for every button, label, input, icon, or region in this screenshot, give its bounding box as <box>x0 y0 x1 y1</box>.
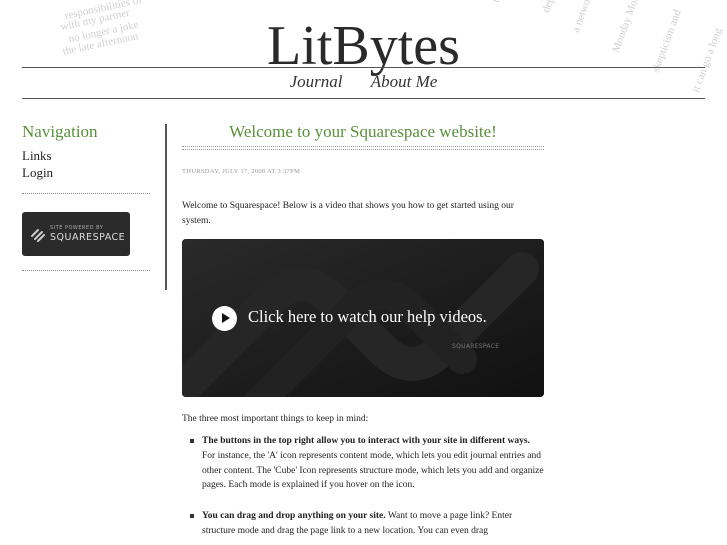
video-brand: SQUARESPACE <box>452 343 500 350</box>
three-things-heading: The three most important things to keep … <box>182 414 369 424</box>
video-caption[interactable]: Click here to watch our help videos. <box>248 307 487 327</box>
play-icon[interactable] <box>212 306 237 331</box>
post-intro: Welcome to Squarespace! Below is a video… <box>182 201 514 226</box>
sidebar-link-links[interactable]: Links <box>22 147 150 164</box>
tip-bold: You can drag and drop anything on your s… <box>202 511 386 522</box>
journal-entry: Welcome to your Squarespace website! THU… <box>182 122 544 545</box>
nav-link-about-me[interactable]: About Me <box>371 72 438 92</box>
list-item: The buttons in the top right allow you t… <box>182 434 544 493</box>
nav-link-journal[interactable]: Journal <box>290 72 343 92</box>
header-rule-bottom <box>22 98 705 99</box>
badge-small-text: SITE POWERED BY <box>50 225 104 231</box>
sidebar-vertical-rule <box>165 124 167 290</box>
header-rule-top <box>22 67 705 68</box>
sidebar-divider-2 <box>22 270 150 271</box>
squarespace-badge[interactable]: SITE POWERED BY SQUARESPACE <box>22 212 130 256</box>
squarespace-logo-icon <box>31 229 45 242</box>
sidebar: Navigation Links Login SITE POWERED BY S… <box>22 122 150 271</box>
help-video[interactable]: Click here to watch our help videos. SQU… <box>182 239 544 397</box>
sidebar-link-login[interactable]: Login <box>22 164 150 181</box>
post-title-rule <box>182 146 544 150</box>
post-date: THURSDAY, JULY 17, 2008 AT 3:37PM <box>182 168 301 175</box>
top-nav: Journal About Me <box>0 72 727 92</box>
sidebar-heading: Navigation <box>22 122 98 141</box>
sidebar-divider <box>22 193 150 194</box>
list-item: You can drag and drop anything on your s… <box>182 509 544 539</box>
badge-big-text: SQUARESPACE <box>50 232 126 243</box>
site-title[interactable]: LitBytes <box>0 14 727 78</box>
post-title[interactable]: Welcome to your Squarespace website! <box>182 122 544 146</box>
tip-bold: The buttons in the top right allow you t… <box>202 436 530 446</box>
tip-text: For instance, the 'A' icon represents co… <box>202 450 544 491</box>
tips-list: The buttons in the top right allow you t… <box>182 434 544 539</box>
